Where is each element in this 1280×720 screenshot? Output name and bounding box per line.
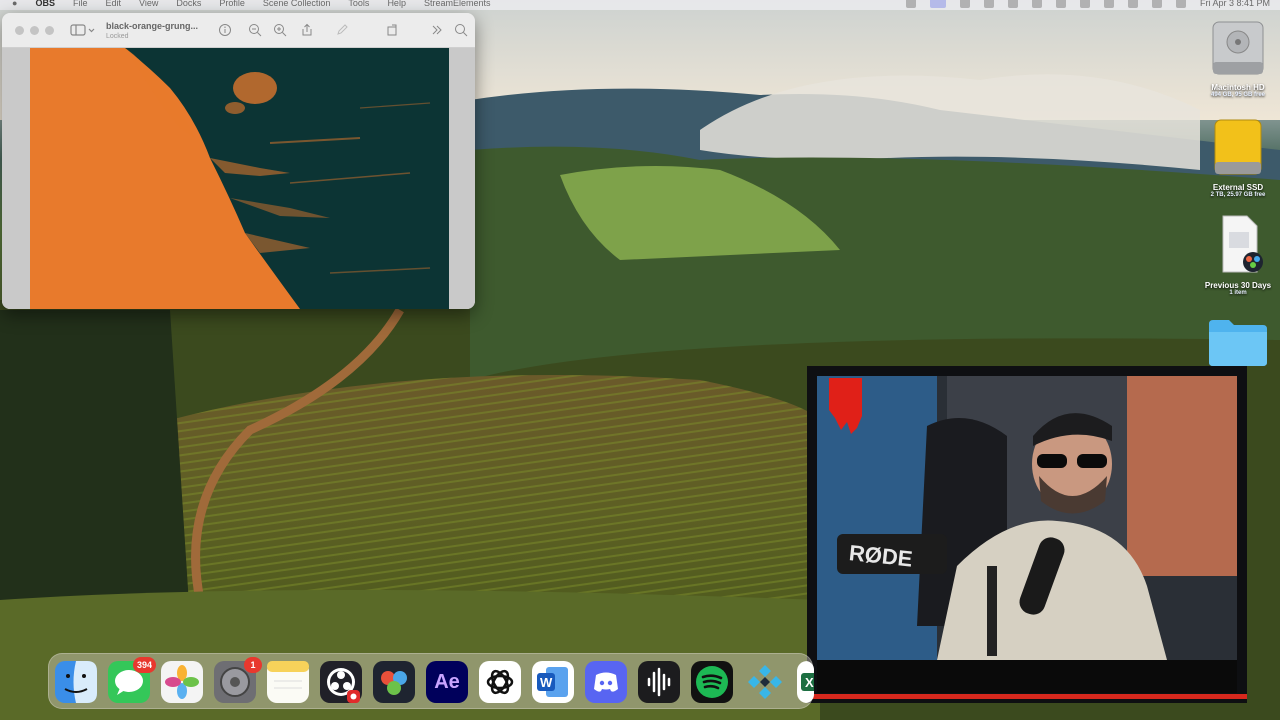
dock-app-discord[interactable]	[585, 661, 627, 703]
menu-bar: ● OBS File Edit View Docks Profile Scene…	[0, 0, 1280, 10]
info-icon[interactable]	[218, 23, 232, 37]
svg-text:W: W	[540, 675, 553, 690]
dock-app-chatgpt[interactable]	[479, 661, 521, 703]
zoom-out-icon[interactable]	[248, 23, 262, 37]
sidebar-icon[interactable]	[70, 23, 96, 37]
status-icon[interactable]	[1007, 0, 1018, 8]
menu-streamelements[interactable]: StreamElements	[424, 0, 491, 8]
status-icon[interactable]	[905, 0, 916, 8]
desktop-item-external-ssd[interactable]: External SSD 2 TB, 25.97 GB free	[1198, 116, 1278, 198]
preview-toolbar: black-orange-grung... Locked	[2, 13, 475, 48]
excel-icon: X	[797, 661, 814, 703]
preview-window[interactable]: black-orange-grung... Locked	[2, 13, 475, 309]
search-icon[interactable]	[1151, 0, 1162, 8]
preview-canvas	[2, 48, 475, 309]
obs-icon	[320, 661, 362, 703]
menu-profile[interactable]: Profile	[219, 0, 245, 8]
dock-app-after-effects[interactable]: Ae	[426, 661, 468, 703]
menu-help[interactable]: Help	[387, 0, 406, 8]
dock: 394 1 Ae W X	[48, 653, 814, 709]
discord-icon	[585, 661, 627, 703]
close-button[interactable]	[15, 26, 24, 35]
folder-icon	[1209, 320, 1267, 366]
app-menu[interactable]: OBS	[35, 0, 55, 8]
kodi-icon	[748, 665, 782, 699]
dock-app-obs[interactable]	[320, 661, 362, 703]
menu-view[interactable]: View	[139, 0, 158, 8]
status-selected-icon[interactable]	[929, 0, 946, 8]
messages-badge: 394	[132, 657, 156, 673]
webcam-overlay: RØDE	[807, 366, 1247, 703]
control-center-icon[interactable]	[1175, 0, 1186, 8]
dock-app-kodi[interactable]	[744, 661, 786, 703]
record-icon[interactable]	[983, 0, 994, 8]
desktop-item-label: Previous 30 Days	[1204, 281, 1272, 290]
desktop-item-label: Macintosh HD	[1211, 83, 1265, 92]
menu-file[interactable]: File	[73, 0, 88, 8]
after-effects-icon: Ae	[434, 670, 460, 693]
zoom-button[interactable]	[45, 26, 54, 35]
desktop-item-label: External SSD	[1212, 183, 1264, 192]
desktop-item-folder[interactable]	[1198, 316, 1278, 373]
webcam-accent-bar	[807, 694, 1247, 699]
menu-tools[interactable]: Tools	[348, 0, 369, 8]
menu-docks[interactable]: Docks	[176, 0, 201, 8]
desktop-item-info: 2 TB, 25.97 GB free	[1210, 192, 1266, 198]
wifi-icon[interactable]	[1127, 0, 1138, 8]
document-title: black-orange-grung...	[106, 21, 199, 31]
minimize-button[interactable]	[30, 26, 39, 35]
desktop-item-info: 1 item	[1229, 290, 1247, 296]
stack-icon	[1222, 215, 1263, 273]
desktop-item-info: 494 GB, 95 GB free	[1210, 92, 1266, 98]
dock-app-notes[interactable]	[267, 661, 309, 703]
moon-icon[interactable]	[1031, 0, 1042, 8]
dock-app-system-settings[interactable]: 1	[214, 657, 262, 703]
share-icon[interactable]	[300, 23, 314, 37]
apple-menu-icon[interactable]: ●	[12, 0, 17, 8]
spotify-icon	[691, 661, 733, 703]
word-icon: W	[532, 661, 574, 703]
voice-memos-icon	[638, 661, 680, 703]
dock-app-finder[interactable]	[55, 661, 97, 703]
dock-app-excel[interactable]: X	[797, 661, 814, 703]
menu-edit[interactable]: Edit	[105, 0, 121, 8]
chatgpt-icon	[479, 661, 521, 703]
more-icon[interactable]	[430, 23, 444, 37]
notes-icon	[267, 661, 309, 703]
clock[interactable]: Fri Apr 3 8:41 PM	[1200, 0, 1270, 8]
status-icon[interactable]	[1079, 0, 1090, 8]
grunge-image	[30, 48, 449, 309]
dock-app-photos[interactable]	[161, 661, 203, 703]
zoom-in-icon[interactable]	[273, 23, 287, 37]
status-icon[interactable]	[1103, 0, 1114, 8]
desktop-item-macintosh-hd[interactable]: Macintosh HD 494 GB, 95 GB free	[1198, 18, 1278, 98]
dock-app-spotify[interactable]	[691, 661, 733, 703]
dock-app-messages[interactable]: 394	[108, 657, 156, 703]
markup-icon[interactable]	[335, 23, 349, 37]
document-status: Locked	[106, 33, 129, 40]
rotate-icon[interactable]	[385, 23, 399, 37]
menu-scene-collection[interactable]: Scene Collection	[263, 0, 331, 8]
photos-icon	[161, 661, 203, 703]
hard-drive-icon	[1212, 21, 1264, 75]
dock-app-voice-memos[interactable]	[638, 661, 680, 703]
finder-icon	[55, 661, 97, 703]
excel-glyph: X	[805, 675, 814, 690]
webcam-feed: RØDE	[807, 366, 1247, 703]
external-drive-icon	[1214, 119, 1262, 175]
dock-app-word[interactable]: W	[532, 661, 574, 703]
davinci-icon	[373, 661, 415, 703]
dock-app-davinci-resolve[interactable]	[373, 661, 415, 703]
status-icon[interactable]	[959, 0, 970, 8]
settings-badge: 1	[244, 657, 262, 673]
search-icon[interactable]	[454, 23, 468, 37]
desktop-item-previous-30-days[interactable]: Previous 30 Days 1 item	[1198, 214, 1278, 296]
status-icon[interactable]	[1055, 0, 1066, 8]
